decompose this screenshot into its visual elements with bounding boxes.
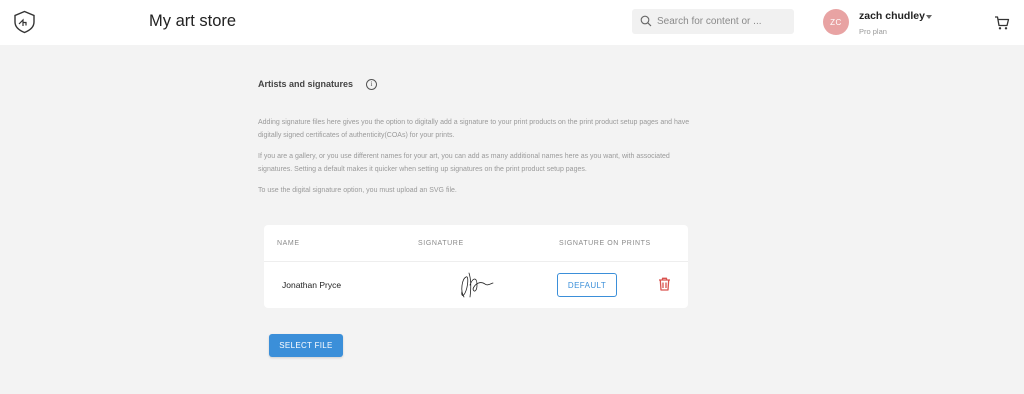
artist-name: Jonathan Pryce [282,280,342,290]
default-button[interactable]: DEFAULT [557,273,617,297]
search-input[interactable] [657,9,789,34]
column-header-name: NAME [277,240,300,247]
chevron-down-icon[interactable] [926,15,932,19]
select-file-button[interactable]: SELECT FILE [269,334,343,357]
info-icon[interactable]: i [366,79,377,90]
user-plan: Pro plan [859,27,887,36]
signature-image [461,272,494,298]
description-paragraph: If you are a gallery, or you use differe… [258,153,670,173]
top-bar: My art store ZC zach chudley Pro plan [0,0,1024,45]
column-header-signature: SIGNATURE [418,240,464,247]
description-paragraph: To use the digital signature option, you… [258,187,457,194]
description-paragraph: Adding signature files here gives you th… [258,119,690,139]
column-header-signature-on-prints: SIGNATURE ON PRINTS [559,240,651,247]
shield-h-logo-icon[interactable] [13,10,36,34]
store-title: My art store [149,12,237,30]
divider [264,261,688,262]
avatar[interactable]: ZC [823,9,849,35]
user-name[interactable]: zach chudley [859,10,925,22]
section-title: Artists and signatures [258,79,354,89]
search-box[interactable] [632,9,794,34]
search-icon [640,15,652,27]
shopping-cart-icon[interactable] [994,15,1010,31]
trash-icon[interactable] [658,277,671,291]
signatures-table: NAME SIGNATURE SIGNATURE ON PRINTS Jonat… [264,225,688,308]
